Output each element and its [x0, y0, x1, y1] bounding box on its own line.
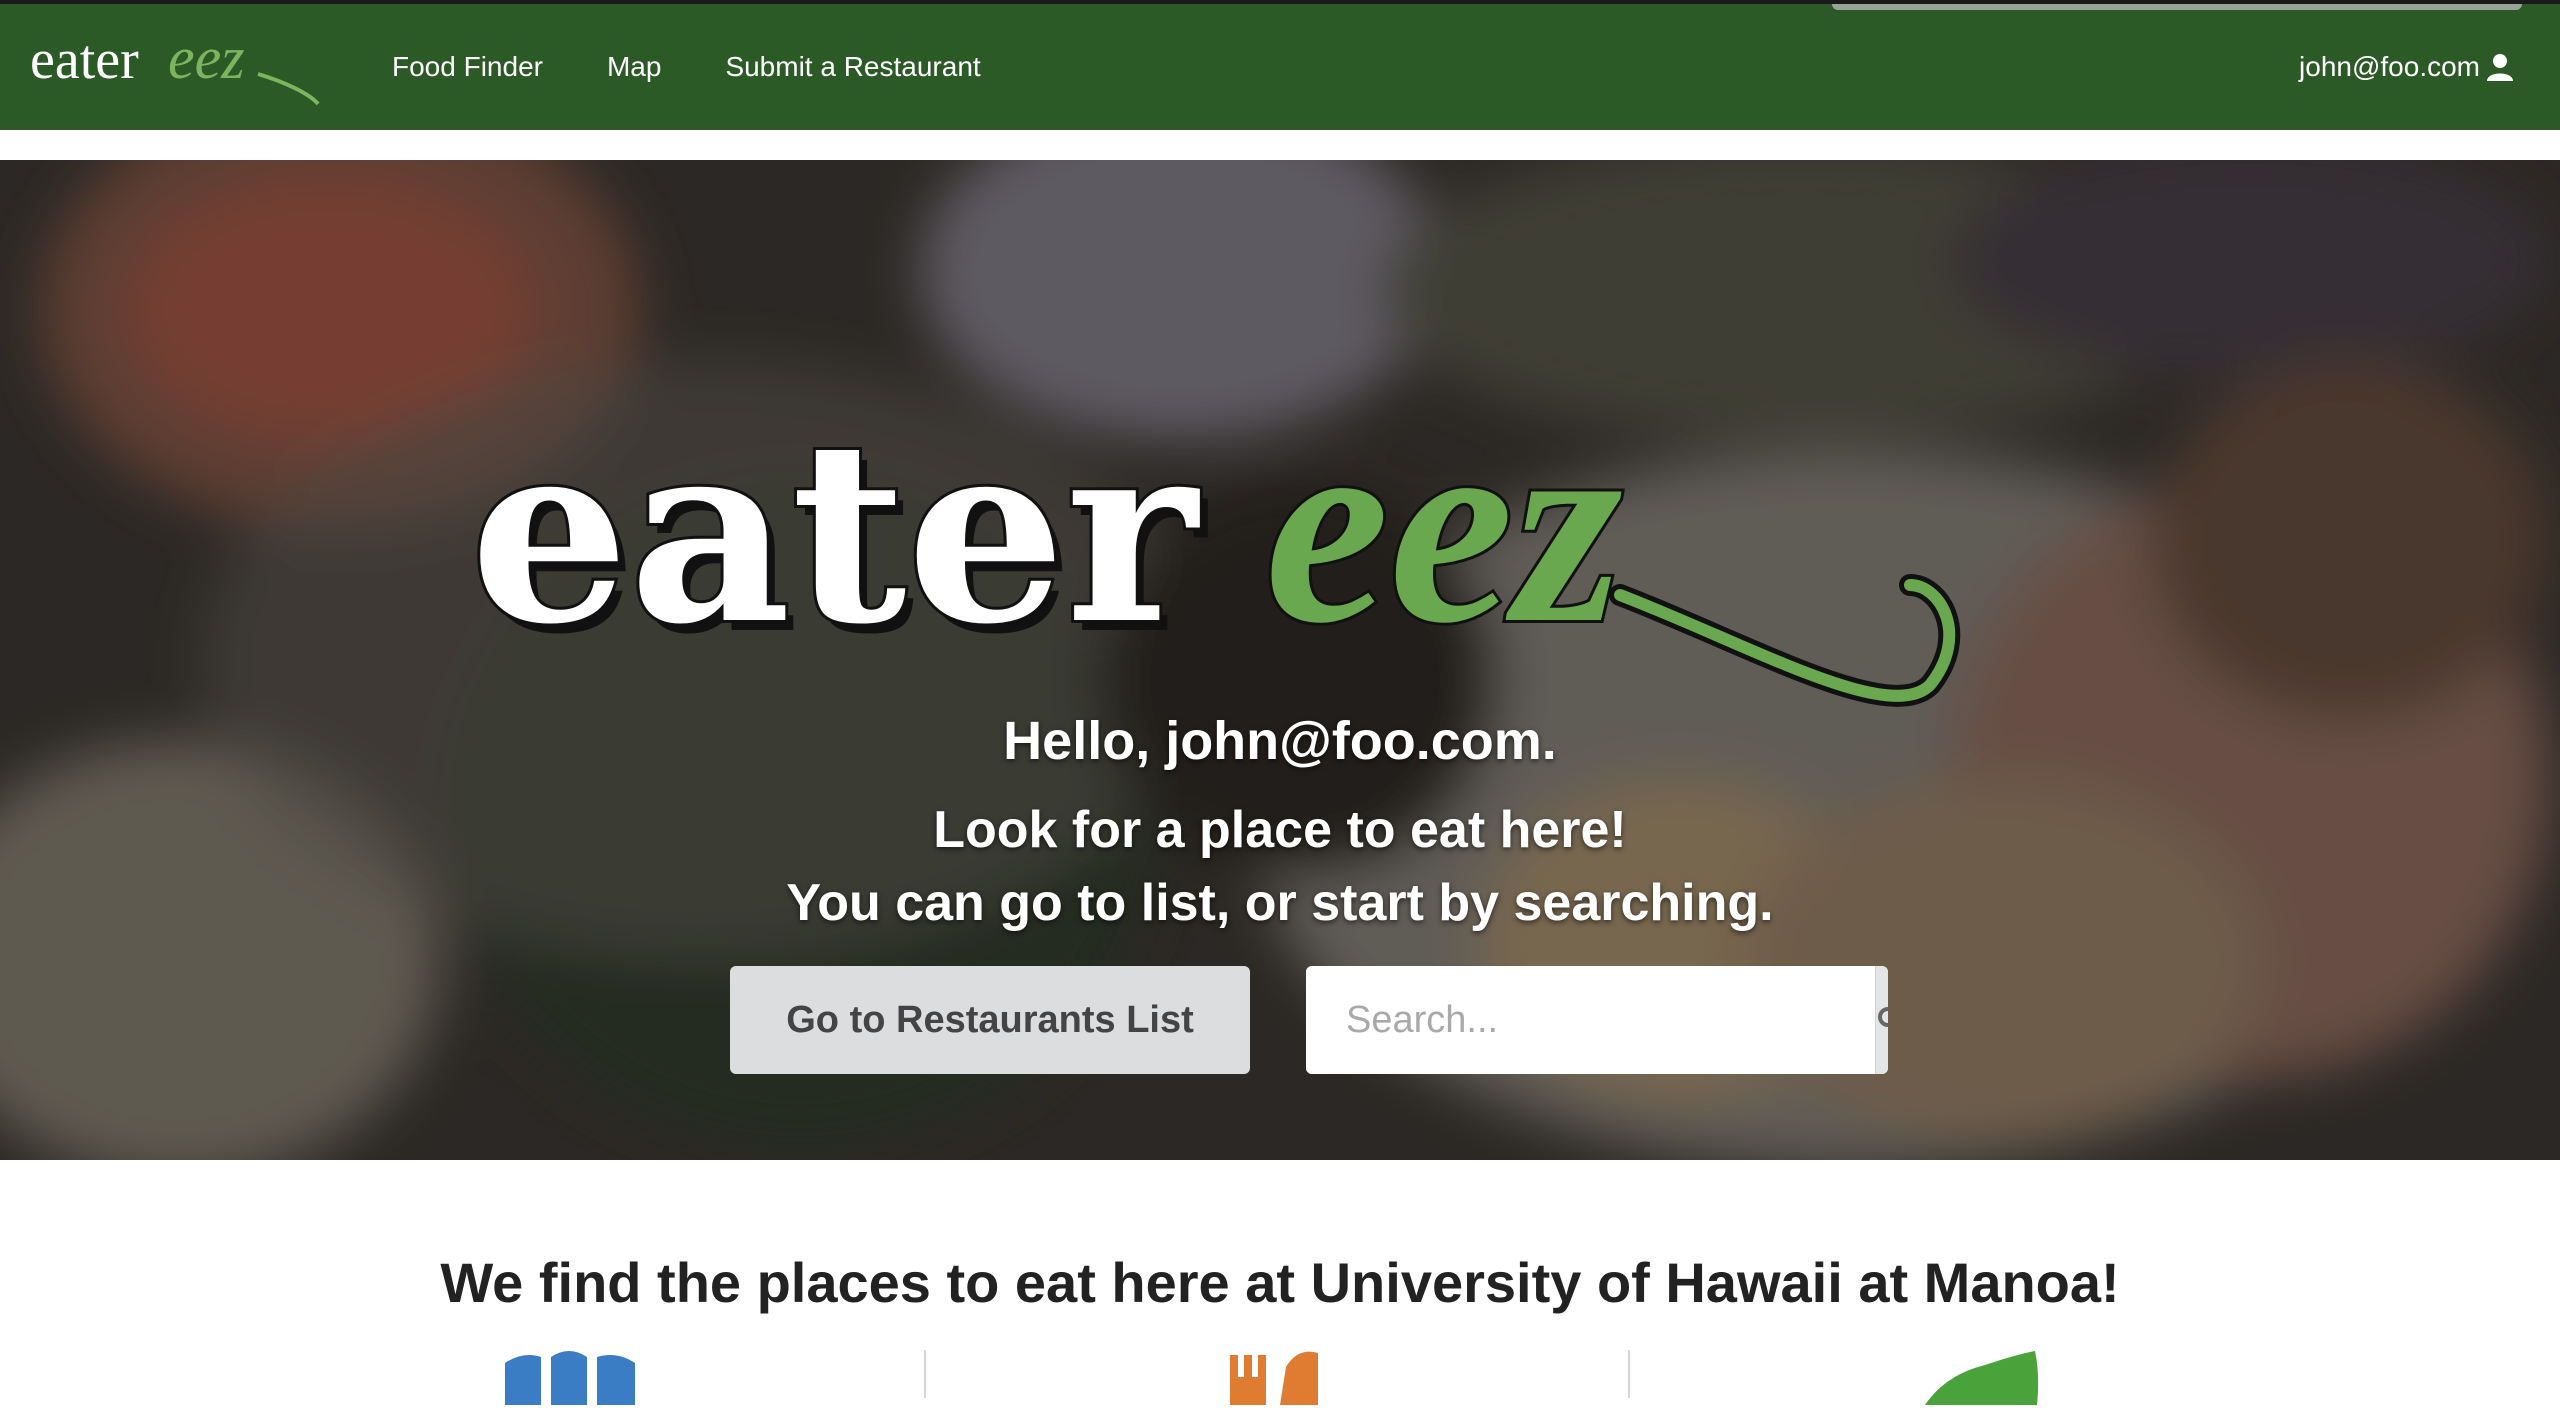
- hero-logo-text-eater: eater: [470, 385, 1201, 679]
- nav-map[interactable]: Map: [607, 51, 661, 83]
- user-email: john@foo.com: [2299, 51, 2480, 82]
- leaf-icon: [1925, 1351, 2039, 1405]
- search-input[interactable]: [1306, 966, 1875, 1074]
- hero-logo-swash-outline: [1609, 574, 1961, 707]
- greeting: Hello, john@foo.com.: [1003, 711, 1557, 771]
- utensils-icon: [1230, 1351, 1318, 1405]
- search-bar: [1306, 966, 1888, 1074]
- hero-tagline-1: Look for a place to eat here!: [933, 801, 1627, 859]
- book-icon: [505, 1351, 635, 1405]
- section-heading: We find the places to eat here at Univer…: [440, 1251, 2120, 1314]
- top-navbar: eater eez Food Finder Map Submit a Resta…: [0, 0, 2560, 130]
- brand-logo-text-eater: eater: [30, 29, 139, 91]
- feature-divider-2: [1628, 1350, 1630, 1398]
- hero-logo-text-eez: eez: [1265, 370, 1623, 681]
- user-menu[interactable]: john@foo.com: [2299, 4, 2514, 130]
- feature-divider-1: [924, 1350, 926, 1398]
- user-icon: [2486, 53, 2514, 81]
- hero-logo-swash: [1614, 579, 1956, 702]
- nav-submit-restaurant[interactable]: Submit a Restaurant: [725, 51, 980, 83]
- nav-links: Food Finder Map Submit a Restaurant: [392, 4, 981, 130]
- feature-book: [505, 1345, 635, 1410]
- feature-leaf: [1925, 1345, 2040, 1410]
- feature-utensils: [1228, 1345, 1323, 1410]
- hero-section: eater eater eez Hello, john@foo.com. Loo…: [0, 160, 2560, 1160]
- brand-swash: [257, 72, 320, 106]
- brand-logo-text-eez: eez: [168, 25, 245, 91]
- restaurants-list-button[interactable]: Go to Restaurants List: [730, 966, 1250, 1074]
- brand-logo[interactable]: eater eez: [30, 22, 330, 112]
- search-button[interactable]: [1875, 966, 1888, 1074]
- nav-food-finder[interactable]: Food Finder: [392, 51, 543, 83]
- hero-tagline-2: You can go to list, or start by searchin…: [786, 874, 1774, 932]
- search-icon: [1878, 1007, 1888, 1027]
